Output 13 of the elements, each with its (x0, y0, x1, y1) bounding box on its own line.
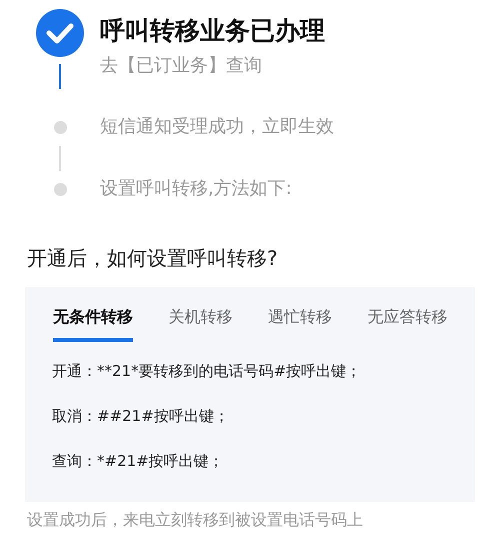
step-title: 短信通知受理成功，立即生效 (100, 115, 334, 139)
tab[interactable]: 无应答转移 (367, 307, 448, 342)
instruction-text: 取消：##21#按呼出键； (52, 406, 230, 427)
instruction-text: 查询：*#21#按呼出键； (52, 451, 225, 472)
step-subtitle: 去【已订业务】查询 (100, 54, 263, 78)
footer-text: 设置成功后，来电立刻转移到被设置电话号码上 (27, 509, 364, 531)
section-heading: 开通后，如何设置呼叫转移? (27, 245, 279, 272)
tab[interactable]: 遇忙转移 (268, 307, 332, 342)
tab[interactable]: 无条件转移 (52, 307, 133, 342)
instruction-text: 开通：**21*要转移到的电话号码#按呼出键； (52, 361, 362, 382)
step-title: 呼叫转移业务已办理 (100, 15, 325, 47)
step-title: 设置呼叫转移,方法如下: (100, 177, 292, 201)
tab[interactable]: 关机转移 (168, 307, 232, 342)
